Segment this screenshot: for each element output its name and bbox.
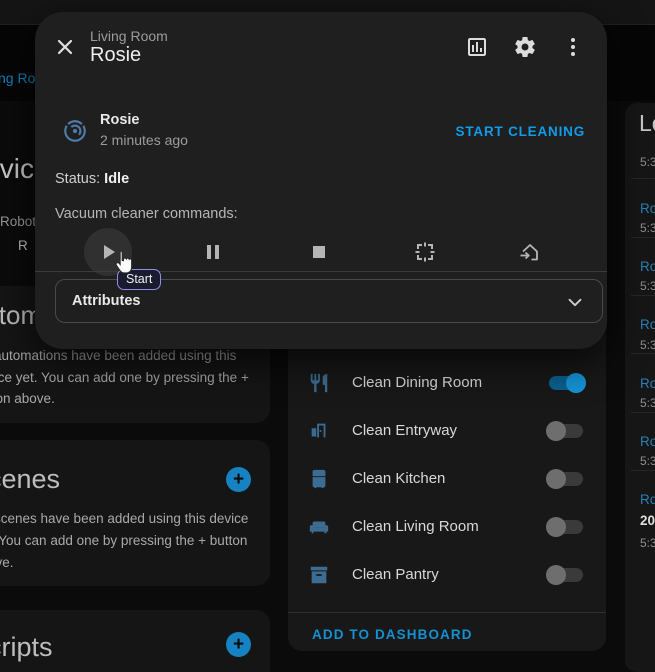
logbook-divider [631,295,655,296]
logbook-title: Logbook [639,110,655,137]
logbook-divider [631,470,655,471]
automations-card-body: No automations have been added using thi… [0,345,249,410]
entity-label: Clean Living Room [352,518,479,535]
entity-row-kitchen: Clean Kitchen [288,455,606,503]
logbook-entry-link[interactable]: Rosie [640,376,655,391]
device-model-text: Robot [0,214,36,229]
logbook-entry-link[interactable]: Rosie [640,317,655,332]
logbook-entry-time: 5:3 [640,221,655,235]
logbook-entry-time: 5:3 [640,279,655,293]
add-to-dashboard-button[interactable]: ADD TO DASHBOARD [312,627,473,642]
logbook-entry-state: 20 [640,513,655,528]
logbook-entry-time: 5:3 [640,454,655,468]
entity-label: Clean Kitchen [352,470,445,487]
entity-label: Clean Dining Room [352,374,482,391]
status-line: Status: Idle [55,171,129,187]
hand-cursor [110,248,136,278]
entity-name: Rosie [100,112,140,128]
entity-toggle[interactable] [549,376,583,390]
pause-button[interactable] [189,228,237,276]
close-icon[interactable] [53,35,77,59]
chevron-down-icon [564,291,586,313]
entity-row-living: Clean Living Room [288,503,606,551]
entity-last-changed: 2 minutes ago [100,132,188,148]
dialog-area-subtitle: Living Room [90,28,168,44]
add-scene-button[interactable]: + [226,467,251,492]
dialog-title: Rosie [90,44,141,67]
logbook-divider [631,412,655,413]
dots-vertical-icon[interactable] [561,35,585,59]
commands-label: Vacuum cleaner commands: [55,206,238,222]
stop-icon [307,240,331,264]
entities-card: Clean Dining Room Clean Entryway Clean K… [288,298,606,651]
attributes-label: Attributes [72,293,140,309]
logbook-divider [631,178,655,179]
entity-label: Clean Entryway [352,422,457,439]
logbook-entry-time: 5:3 [640,155,655,169]
scripts-card-title: Scripts [0,632,53,663]
logbook-entry-link[interactable]: Rosie [640,259,655,274]
entity-row-entryway: Clean Entryway [288,407,606,455]
status-value: Idle [104,171,129,187]
scenes-card-body: No scenes have been added using this dev… [0,508,248,574]
entity-toggle[interactable] [549,424,583,438]
entity-toggle[interactable] [549,472,583,486]
entity-row-dining: Clean Dining Room [288,359,606,407]
silverware-icon [308,372,330,394]
status-label: Status: [55,171,100,187]
logbook-entry-time: 5:3 [640,396,655,410]
add-script-button[interactable]: + [226,632,251,657]
device-info-extra-text: R [18,238,28,253]
sofa-icon [308,516,330,538]
door-icon [308,420,330,442]
gear-icon[interactable] [513,35,537,59]
return-to-base-icon-button[interactable] [506,228,554,276]
locate-button[interactable] [401,228,449,276]
logbook-entry-time: 5:3 [640,536,655,550]
logbook-entry-link[interactable]: Rosie [640,434,655,449]
entity-toggle[interactable] [549,520,583,534]
archive-icon [308,564,330,586]
entity-label: Clean Pantry [352,566,439,583]
stop-button[interactable] [295,228,343,276]
more-info-dialog: Living Room Rosie Rosie 2 minutes ago ST… [35,12,607,349]
logbook-divider [631,353,655,354]
logbook-entry-link[interactable]: Rosie [640,492,655,507]
locate-icon [413,240,437,264]
robot-vacuum-icon [62,118,88,144]
logbook-divider [631,237,655,238]
logbook-entry-time: 5:3 [640,338,655,352]
entity-row-pantry: Clean Pantry [288,551,606,599]
pause-icon [201,240,225,264]
scenes-card-title: Scenes [0,464,60,495]
history-chart-icon[interactable] [465,35,489,59]
logbook-entry-link[interactable]: Rosie [640,201,655,216]
fridge-icon [308,468,330,490]
entities-card-divider [288,612,606,613]
entity-toggle[interactable] [549,568,583,582]
screen: Living Room Device info Robot R Automati… [0,0,655,672]
start-cleaning-button[interactable]: START CLEANING [456,124,585,139]
home-import-icon [518,240,542,264]
